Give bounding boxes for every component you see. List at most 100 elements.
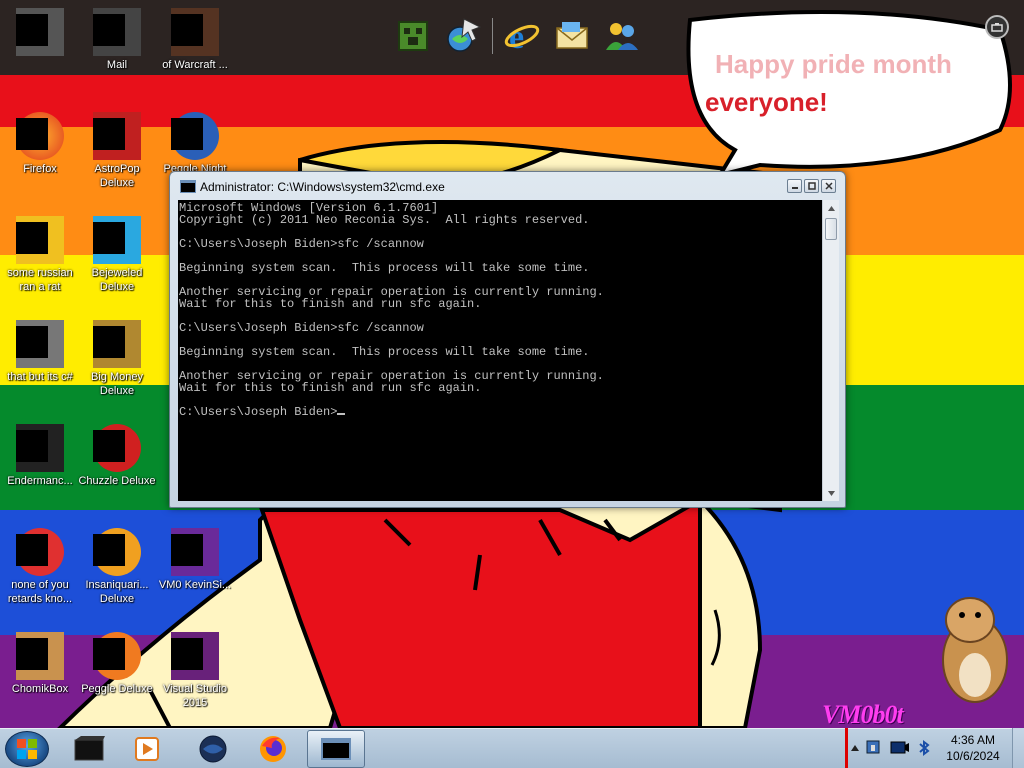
bubble-line-2: everyone! — [705, 87, 828, 117]
desktop-icon-vm0-kevin[interactable]: VM0 KevinSi... — [155, 528, 235, 592]
window-title: Administrator: C:\Windows\system32\cmd.e… — [200, 180, 445, 194]
messenger-icon[interactable] — [601, 16, 643, 56]
console-text: Microsoft Windows [Version 6.1.7601] Cop… — [179, 202, 821, 418]
chevron-up-icon — [828, 205, 835, 211]
big-money-icon — [93, 320, 141, 368]
console-line: C:\Users\Joseph Biden> — [179, 405, 338, 419]
terminal-app-icon — [16, 424, 64, 472]
desktop-icon-insaniquarium[interactable]: Insaniquari... Deluxe — [77, 528, 157, 606]
firefox-icon — [16, 112, 64, 160]
system-clock[interactable]: 4:36 AM 10/6/2024 — [940, 732, 1006, 764]
scroll-down-button[interactable] — [823, 485, 840, 501]
app-icon — [16, 8, 64, 56]
desktop-icon-warcraft[interactable]: of Warcraft ... — [155, 8, 235, 72]
show-hidden-icons-button[interactable] — [849, 742, 861, 754]
terminal-icon — [74, 736, 105, 761]
speech-bubble-text: Happy pride month everyone! — [705, 50, 995, 117]
taskbar-firefox-button[interactable] — [244, 730, 302, 768]
console-line: C:\Users\Joseph Biden>sfc /scannow — [179, 237, 424, 251]
maximize-button[interactable] — [804, 179, 819, 193]
windows-logo-icon — [17, 739, 37, 759]
desktop-icon-none-of-you[interactable]: none of you retards kno... — [0, 528, 80, 606]
desktop-icon-endermanc[interactable]: Endermanc... — [0, 424, 80, 488]
desktop-icon-label: some russian ran a rat — [7, 267, 73, 293]
app-icon — [16, 528, 64, 576]
media-player-icon — [135, 737, 159, 761]
desktop-icon-label: Bejeweled Deluxe — [91, 267, 143, 293]
tray-network-icon[interactable] — [864, 739, 884, 757]
clock-time: 4:36 AM — [950, 733, 996, 747]
taskbar-terminal-button[interactable] — [60, 730, 118, 768]
cursor-globe-icon[interactable] — [442, 16, 484, 56]
desktop-icon-chuzzle[interactable]: Chuzzle Deluxe — [77, 424, 157, 488]
desktop-icon-label: Big Money Deluxe — [91, 371, 143, 397]
desktop-icon-firefox[interactable]: Firefox — [0, 112, 80, 176]
show-desktop-button[interactable] — [1012, 728, 1024, 768]
cmd-icon — [321, 738, 351, 760]
desktop-icon-peggle-nights[interactable]: Peggle Night — [155, 112, 235, 176]
chuzzle-icon — [93, 424, 141, 472]
mail-app-icon — [93, 8, 141, 56]
desktop-icon-chomikbox[interactable]: ChomikBox — [0, 632, 80, 696]
visual-studio-icon — [171, 632, 219, 680]
console-line: Wait for this to finish and run sfc agai… — [179, 381, 482, 395]
mail-icon[interactable] — [551, 16, 593, 56]
internet-explorer-icon[interactable]: e — [501, 16, 543, 56]
clock-date: 10/6/2024 — [946, 749, 1000, 763]
scroll-thumb[interactable] — [825, 218, 837, 240]
peggle-nights-icon — [171, 112, 219, 160]
desktop-icon-peggle-deluxe[interactable]: Peggle Deluxe — [77, 632, 157, 696]
desktop-icon-label: Visual Studio 2015 — [162, 683, 227, 709]
desktop-icon-label: of Warcraft ... — [162, 59, 228, 71]
peggle-icon — [93, 632, 141, 680]
svg-text:e: e — [509, 19, 524, 54]
desktop-icon-russian-rat[interactable]: some russian ran a rat — [0, 216, 80, 294]
desktop-icon-mail[interactable]: Mail — [77, 8, 157, 72]
console-line: C:\Users\Joseph Biden>sfc /scannow — [179, 321, 424, 335]
globe-icon — [199, 735, 227, 763]
hamster-figure — [942, 597, 1008, 703]
warcraft-icon — [171, 8, 219, 56]
desktop-icon-label: AstroPop Deluxe — [94, 163, 140, 189]
folder-stack-icon — [16, 320, 64, 368]
close-icon — [824, 182, 833, 190]
file-icon — [171, 528, 219, 576]
minecraft-icon[interactable] — [392, 16, 434, 56]
desktop-icon-label: Endermanc... — [7, 475, 73, 487]
tray-display-icon[interactable] — [890, 739, 910, 757]
window-titlebar[interactable]: Administrator: C:\Windows\system32\cmd.e… — [170, 172, 845, 200]
file-icon — [16, 216, 64, 264]
desktop-icon-that-but-c[interactable]: that but its c# — [0, 320, 80, 384]
desktop-icon-label: Peggle Deluxe — [81, 683, 153, 695]
desktop-icon-big-money[interactable]: Big Money Deluxe — [77, 320, 157, 398]
desktop-icon-bejeweled[interactable]: Bejeweled Deluxe — [77, 216, 157, 294]
chevron-down-icon — [828, 490, 835, 496]
desktop-icon-label: ChomikBox — [11, 683, 69, 695]
minimize-icon — [791, 187, 798, 189]
bubble-line-1: Happy pride month — [715, 49, 952, 79]
maximize-icon — [807, 182, 816, 190]
desktop-icon-visual-studio[interactable]: Visual Studio 2015 — [155, 632, 235, 710]
gadget-toggle-icon[interactable] — [985, 15, 1009, 39]
taskbar-globe-button[interactable] — [184, 730, 242, 768]
console-line: Wait for this to finish and run sfc agai… — [179, 297, 482, 311]
window-controls — [787, 179, 836, 193]
close-button[interactable] — [821, 179, 836, 193]
console-line: Copyright (c) 2011 Neo Reconia Sys. All … — [179, 213, 590, 227]
cmd-icon — [180, 180, 196, 193]
vertical-scrollbar[interactable] — [822, 200, 839, 501]
desktop-icon-label: none of you retards kno... — [7, 579, 73, 605]
chevron-up-icon — [851, 745, 859, 751]
scroll-up-button[interactable] — [823, 200, 840, 216]
console-output[interactable]: Microsoft Windows [Version 6.1.7601] Cop… — [178, 200, 822, 501]
cmd-window[interactable]: Administrator: C:\Windows\system32\cmd.e… — [169, 171, 846, 508]
taskbar-media-player-button[interactable] — [118, 730, 176, 768]
quick-launch-dock: e — [392, 16, 643, 56]
desktop-icon[interactable] — [0, 8, 80, 58]
start-button[interactable] — [5, 731, 49, 767]
tray-bluetooth-icon[interactable] — [914, 739, 934, 757]
desktop-icon-astropop[interactable]: AstroPop Deluxe — [77, 112, 157, 190]
taskbar-cmd-button[interactable] — [307, 730, 365, 768]
minimize-button[interactable] — [787, 179, 802, 193]
chomikbox-icon — [16, 632, 64, 680]
